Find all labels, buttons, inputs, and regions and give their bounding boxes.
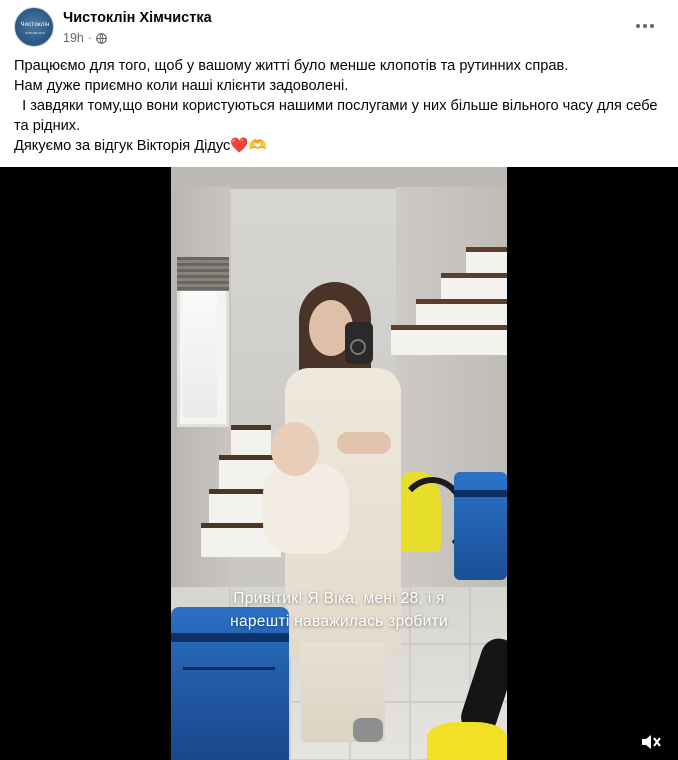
volume-muted-icon[interactable] [640, 732, 662, 752]
window-blind [177, 257, 229, 291]
phone-camera [350, 339, 366, 355]
window-glass [183, 287, 217, 417]
post-text-line: Працюємо для того, щоб у вашому житті бу… [14, 58, 569, 74]
sandal [353, 718, 383, 742]
woman-figure [263, 282, 421, 760]
caption-line: Привітик! Я Віка, мені 28, і я [233, 590, 445, 607]
more-dot [650, 24, 654, 28]
bag-strap [454, 490, 507, 497]
heart-emoji-icon: ❤️ [230, 138, 249, 154]
post-text-line: І завдяки тому,що вони користуються наши… [14, 98, 662, 134]
baby-body [263, 464, 349, 554]
arm [337, 432, 391, 454]
more-dot [643, 24, 647, 28]
globe-icon [96, 32, 107, 44]
meta-separator: · [87, 31, 93, 45]
video-caption: Привітик! Я Віка, мені 28, і я нарешті н… [171, 587, 507, 633]
post-text-line: Дякуємо за відгук Вікторія Дідус❤️🫶 [14, 136, 664, 156]
thanks-text: Дякуємо за відгук Вікторія Дідус [14, 138, 231, 154]
page-avatar[interactable]: Чистоклін хімчистка [14, 7, 54, 47]
heart-hands-emoji-icon: 🫶 [248, 138, 267, 154]
post-message: Працюємо для того, щоб у вашому житті бу… [14, 56, 664, 156]
page-name-link[interactable]: Чистоклін Хімчистка [63, 10, 212, 26]
avatar-logo-subtext: хімчистка [25, 30, 45, 35]
post-header: Чистоклін хімчистка Чистоклін Хімчистка … [0, 0, 678, 52]
video-player[interactable]: Привітик! Я Віка, мені 28, і я нарешті н… [0, 167, 678, 760]
caption-line: нарешті наважилась зробити [230, 613, 448, 630]
ceiling [171, 167, 507, 189]
post-timestamp[interactable]: 19h [63, 31, 84, 45]
avatar-logo: Чистоклін хімчистка [19, 22, 51, 36]
post-meta: 19h · [63, 30, 107, 46]
phone [345, 322, 373, 364]
vacuum-front [427, 722, 507, 760]
bag-zipper [183, 667, 275, 670]
bag-strap [171, 633, 289, 642]
video-frame [171, 167, 507, 760]
avatar-logo-text: Чистоклін [20, 22, 50, 28]
blue-bag [454, 472, 507, 580]
more-options-button[interactable] [627, 10, 663, 42]
post-text-line: Нам дуже приємно коли наші клієнти задов… [14, 78, 349, 94]
more-horizontal-icon [636, 24, 640, 28]
baby-head [271, 422, 319, 476]
